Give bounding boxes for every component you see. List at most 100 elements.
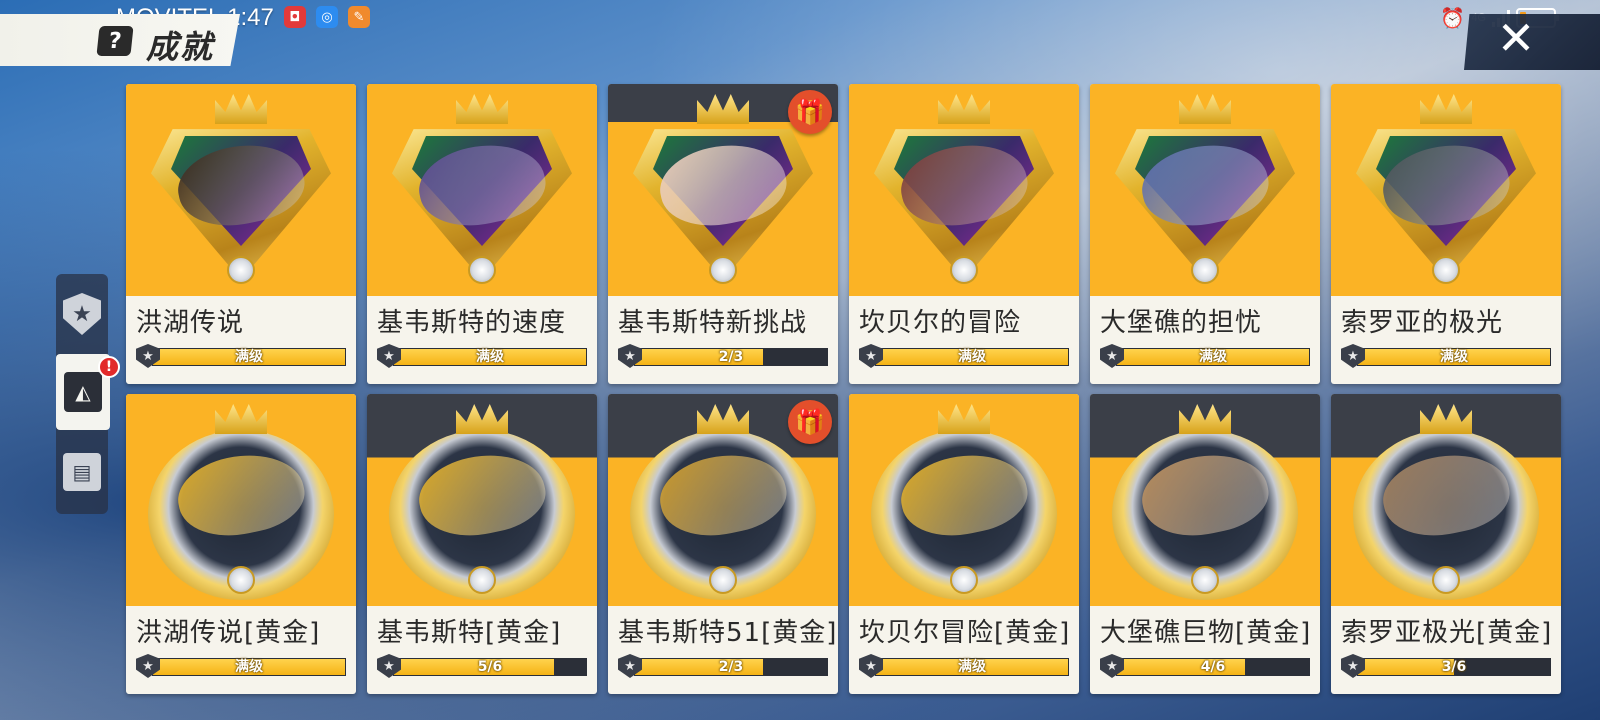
achievement-art bbox=[849, 84, 1079, 296]
achievement-progress: ★ 满级 bbox=[859, 344, 1071, 368]
gift-icon[interactable]: 🎁 bbox=[788, 90, 832, 134]
achievement-name: 索罗亚极光[黄金] bbox=[1341, 618, 1553, 648]
achievement-progress: ★ 满级 bbox=[136, 654, 348, 678]
achievement-progress: ★ 2/3 bbox=[618, 344, 830, 368]
progress-bar: 满级 bbox=[393, 348, 587, 366]
achievement-art bbox=[1331, 84, 1561, 296]
page-title: 成就 bbox=[146, 28, 215, 66]
fish-book-icon: ◭ bbox=[64, 372, 102, 412]
progress-bar: 满级 bbox=[875, 348, 1069, 366]
progress-label: 满级 bbox=[235, 659, 263, 675]
achievement-art bbox=[849, 394, 1079, 606]
achievement-art bbox=[1090, 394, 1320, 606]
gem-icon bbox=[468, 256, 496, 284]
achievement-name: 索罗亚的极光 bbox=[1341, 308, 1504, 338]
achievement-card[interactable]: 🎁 基韦斯特新挑战 ★ 2/3 bbox=[608, 84, 838, 384]
message-notification-icon: ✎ bbox=[348, 6, 370, 28]
achievement-card[interactable]: 🎁 基韦斯特51[黄金] ★ 2/3 bbox=[608, 394, 838, 694]
progress-label: 满级 bbox=[1440, 349, 1468, 365]
achievement-name: 大堡礁的担忧 bbox=[1100, 308, 1263, 338]
crown-icon bbox=[215, 404, 267, 434]
achievement-progress: ★ 2/3 bbox=[618, 654, 830, 678]
achievement-card[interactable]: 基韦斯特的速度 ★ 满级 bbox=[367, 84, 597, 384]
gem-icon bbox=[227, 256, 255, 284]
crown-icon bbox=[1179, 404, 1231, 434]
achievement-card[interactable]: 索罗亚的极光 ★ 满级 bbox=[1331, 84, 1561, 384]
page-title-tab: ? 成就 bbox=[0, 14, 240, 66]
achievement-progress: ★ 满级 bbox=[377, 344, 589, 368]
crown-icon bbox=[215, 94, 267, 124]
gem-icon bbox=[1432, 566, 1460, 594]
crown-icon bbox=[1179, 94, 1231, 124]
achievement-name: 洪湖传说 bbox=[136, 308, 245, 338]
crown-icon bbox=[697, 94, 749, 124]
progress-bar: 5/6 bbox=[393, 658, 587, 676]
achievement-progress: ★ 5/6 bbox=[377, 654, 589, 678]
achievement-art bbox=[367, 394, 597, 606]
gem-icon bbox=[1191, 256, 1219, 284]
achievement-progress: ★ 满级 bbox=[1100, 344, 1312, 368]
achievement-card[interactable]: 基韦斯特[黄金] ★ 5/6 bbox=[367, 394, 597, 694]
gem-icon bbox=[709, 256, 737, 284]
achievement-card[interactable]: 大堡礁的担忧 ★ 满级 bbox=[1090, 84, 1320, 384]
achievement-art bbox=[367, 84, 597, 296]
progress-bar: 满级 bbox=[1116, 348, 1310, 366]
close-button[interactable]: ✕ bbox=[1464, 14, 1600, 70]
achievement-progress: ★ 满级 bbox=[136, 344, 348, 368]
achievement-name: 坎贝尔冒险[黄金] bbox=[859, 618, 1071, 648]
gem-icon bbox=[227, 566, 255, 594]
achievement-name: 坎贝尔的冒险 bbox=[859, 308, 1022, 338]
logbook-icon: ▤ bbox=[63, 453, 101, 491]
crown-icon bbox=[938, 404, 990, 434]
progress-bar: 满级 bbox=[152, 658, 346, 676]
achievement-art bbox=[1090, 84, 1320, 296]
progress-label: 满级 bbox=[958, 659, 986, 675]
progress-label: 3/6 bbox=[1441, 659, 1467, 675]
nav-tab-fish-collection[interactable]: ◭ ! bbox=[56, 354, 120, 430]
progress-bar: 满级 bbox=[1357, 348, 1551, 366]
nav-tab-logbook[interactable]: ▤ bbox=[56, 434, 108, 510]
gem-icon bbox=[1191, 566, 1219, 594]
gem-icon bbox=[1432, 256, 1460, 284]
status-bar: MOVITEL 1:47 ◘ ◎ ✎ ⏰ 4G bbox=[0, 0, 1600, 36]
achievement-card[interactable]: 索罗亚极光[黄金] ★ 3/6 bbox=[1331, 394, 1561, 694]
nav-tab-achievements[interactable]: ★ bbox=[56, 276, 108, 352]
progress-bar: 满级 bbox=[875, 658, 1069, 676]
progress-bar: 2/3 bbox=[634, 348, 828, 366]
progress-bar: 3/6 bbox=[1357, 658, 1551, 676]
achievement-card[interactable]: 洪湖传说[黄金] ★ 满级 bbox=[126, 394, 356, 694]
question-icon[interactable]: ? bbox=[96, 26, 134, 56]
achievement-progress: ★ 满级 bbox=[859, 654, 1071, 678]
achievement-name: 基韦斯特新挑战 bbox=[618, 308, 808, 338]
gem-icon bbox=[709, 566, 737, 594]
achievement-card[interactable]: 坎贝尔冒险[黄金] ★ 满级 bbox=[849, 394, 1079, 694]
achievement-card[interactable]: 坎贝尔的冒险 ★ 满级 bbox=[849, 84, 1079, 384]
progress-label: 满级 bbox=[235, 349, 263, 365]
progress-bar: 4/6 bbox=[1116, 658, 1310, 676]
achievement-card[interactable]: 洪湖传说 ★ 满级 bbox=[126, 84, 356, 384]
achievement-art bbox=[1331, 394, 1561, 606]
crown-icon bbox=[1420, 404, 1472, 434]
achievement-progress: ★ 4/6 bbox=[1100, 654, 1312, 678]
achievement-art: 🎁 bbox=[608, 394, 838, 606]
progress-label: 4/6 bbox=[1200, 659, 1226, 675]
progress-label: 满级 bbox=[476, 349, 504, 365]
progress-bar: 满级 bbox=[152, 348, 346, 366]
achievement-card[interactable]: 大堡礁巨物[黄金] ★ 4/6 bbox=[1090, 394, 1320, 694]
gift-icon[interactable]: 🎁 bbox=[788, 400, 832, 444]
crown-icon bbox=[1420, 94, 1472, 124]
notification-icons: ◘ ◎ ✎ bbox=[284, 6, 370, 28]
progress-label: 满级 bbox=[958, 349, 986, 365]
alert-badge: ! bbox=[98, 356, 120, 378]
crown-icon bbox=[456, 404, 508, 434]
gem-icon bbox=[950, 566, 978, 594]
progress-label: 满级 bbox=[1199, 349, 1227, 365]
achievement-progress: ★ 满级 bbox=[1341, 344, 1553, 368]
achievement-name: 基韦斯特51[黄金] bbox=[618, 618, 838, 648]
gem-icon bbox=[468, 566, 496, 594]
achievement-name: 洪湖传说[黄金] bbox=[136, 618, 321, 648]
crown-icon bbox=[938, 94, 990, 124]
achievement-art bbox=[126, 394, 356, 606]
progress-label: 5/6 bbox=[477, 659, 503, 675]
achievement-art: 🎁 bbox=[608, 84, 838, 296]
